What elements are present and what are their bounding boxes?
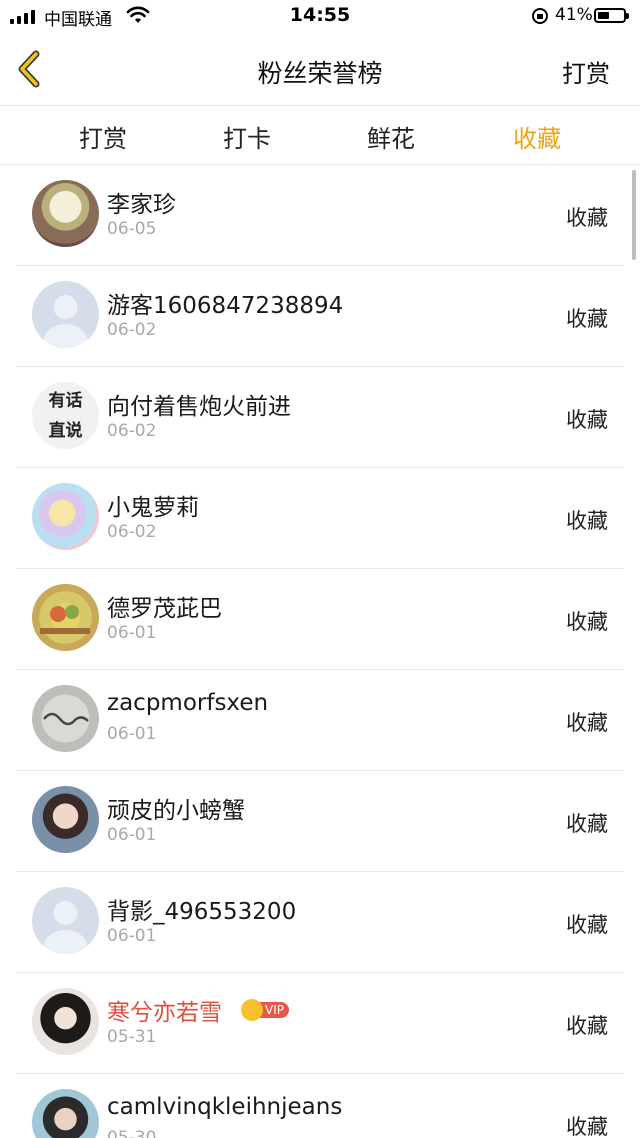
- fan-name: 李家珍: [107, 192, 176, 218]
- avatar: [32, 1089, 99, 1138]
- avatar: 有话 直说: [32, 382, 99, 449]
- avatar-text-line: 有话: [48, 391, 83, 411]
- crown-icon: [241, 999, 263, 1021]
- avatar-text-line: 直说: [48, 421, 83, 441]
- fan-date: 06-02: [107, 421, 157, 441]
- favorite-label: 收藏: [566, 1014, 608, 1038]
- fan-date: 06-01: [107, 724, 157, 744]
- rotation-lock-icon: [532, 8, 548, 24]
- tab-flowers[interactable]: 鲜花: [341, 119, 441, 154]
- favorite-label: 收藏: [566, 408, 608, 432]
- fan-list: 李家珍 06-05 收藏 游客1606847238894 06-02 收藏 有话…: [0, 165, 640, 1138]
- fan-date: 05-30: [107, 1128, 157, 1138]
- list-item[interactable]: 游客1606847238894 06-02 收藏: [16, 266, 624, 367]
- avatar: [32, 786, 99, 853]
- fan-name: camlvinqkleihnjeans: [107, 1094, 343, 1120]
- fan-name: zacpmorfsxen: [107, 690, 269, 716]
- screen: 中国联通 14:55 41% 粉丝荣誉榜 打赏 打赏 打卡 鲜花 收藏 李家珍 …: [0, 0, 640, 1138]
- tab-reward[interactable]: 打赏: [53, 119, 153, 154]
- list-item[interactable]: 德罗茂茈巴 06-01 收藏: [16, 569, 624, 670]
- avatar: [32, 584, 99, 651]
- avatar: [32, 281, 99, 348]
- favorite-label: 收藏: [566, 509, 608, 533]
- fan-date: 06-01: [107, 825, 157, 845]
- fan-date: 05-31: [107, 1027, 157, 1047]
- avatar: [32, 180, 99, 247]
- tab-favorites[interactable]: 收藏: [487, 119, 587, 154]
- fan-date: 06-01: [107, 926, 157, 946]
- favorite-label: 收藏: [566, 913, 608, 937]
- favorite-label: 收藏: [566, 610, 608, 634]
- fan-name: 寒兮亦若雪: [107, 1000, 222, 1026]
- fan-name: 小鬼萝莉: [107, 495, 199, 521]
- avatar: [32, 685, 99, 752]
- favorite-label: 收藏: [566, 1115, 608, 1138]
- battery-percentage: 41%: [555, 5, 593, 25]
- list-item[interactable]: 小鬼萝莉 06-02 收藏: [16, 468, 624, 569]
- list-item[interactable]: 李家珍 06-05 收藏: [16, 165, 624, 266]
- vip-badge: VIP: [241, 999, 289, 1021]
- battery-icon: [594, 8, 629, 23]
- page-title: 粉丝荣誉榜: [257, 59, 383, 88]
- fan-date: 06-05: [107, 219, 157, 239]
- nav-bar: 粉丝荣誉榜 打赏: [0, 34, 640, 106]
- list-item[interactable]: 背影_496553200 06-01 收藏: [16, 872, 624, 973]
- tab-checkin[interactable]: 打卡: [197, 119, 297, 154]
- list-item[interactable]: 有话 直说 向付着售炮火前进 06-02 收藏: [16, 367, 624, 468]
- tab-bar: 打赏 打卡 鲜花 收藏: [0, 106, 640, 165]
- favorite-label: 收藏: [566, 711, 608, 735]
- fan-name: 背影_496553200: [107, 899, 297, 925]
- fan-date: 06-01: [107, 623, 157, 643]
- reward-button[interactable]: 打赏: [562, 54, 610, 89]
- avatar: [32, 483, 99, 550]
- scrollbar[interactable]: [632, 170, 636, 260]
- list-item[interactable]: camlvinqkleihnjeans 05-30 收藏: [16, 1074, 624, 1138]
- favorite-label: 收藏: [566, 812, 608, 836]
- avatar: [32, 988, 99, 1055]
- list-item[interactable]: 寒兮亦若雪 VIP 05-31 收藏: [16, 973, 624, 1074]
- fan-date: 06-02: [107, 522, 157, 542]
- list-item[interactable]: zacpmorfsxen 06-01 收藏: [16, 670, 624, 771]
- fan-name: 游客1606847238894: [107, 293, 344, 319]
- fan-date: 06-02: [107, 320, 157, 340]
- fan-name: 德罗茂茈巴: [107, 596, 222, 622]
- status-bar: 中国联通 14:55 41%: [0, 0, 640, 34]
- fan-name: 顽皮的小螃蟹: [107, 798, 245, 824]
- avatar: [32, 887, 99, 954]
- favorite-label: 收藏: [566, 307, 608, 331]
- favorite-label: 收藏: [566, 206, 608, 230]
- list-item[interactable]: 顽皮的小螃蟹 06-01 收藏: [16, 771, 624, 872]
- fan-name: 向付着售炮火前进: [107, 394, 291, 420]
